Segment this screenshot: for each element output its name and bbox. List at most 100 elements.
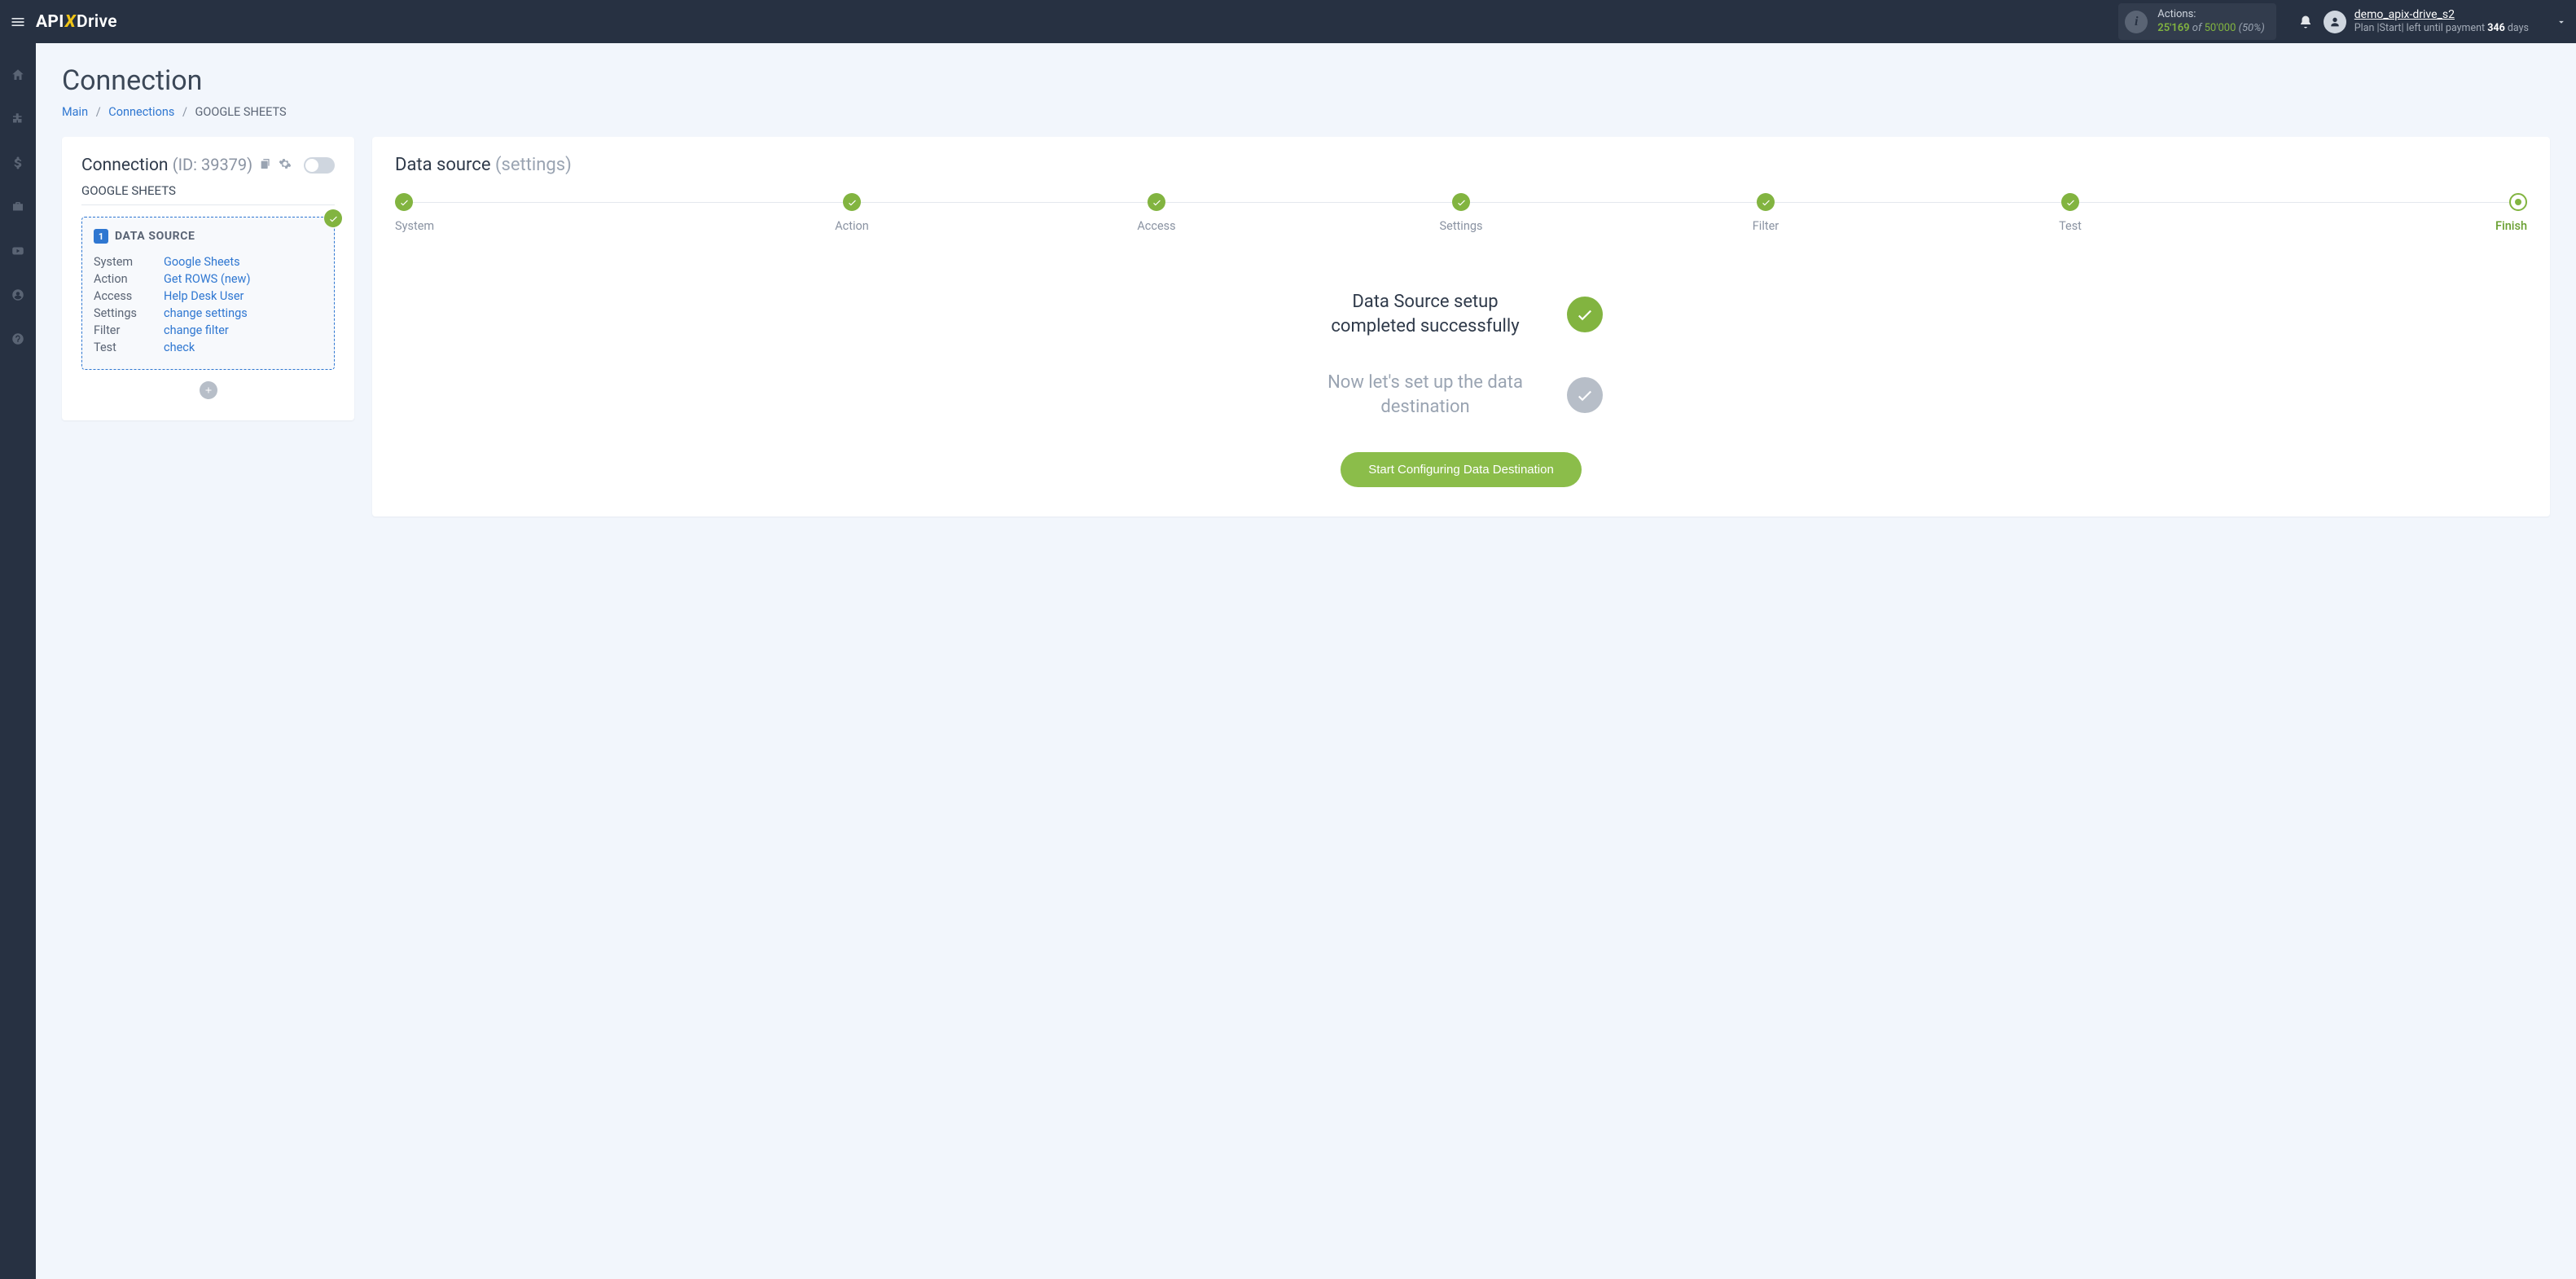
logo-text-drive: Drive — [77, 12, 117, 32]
connection-toggle[interactable] — [304, 157, 335, 174]
wizard-title: Data source (settings) — [395, 155, 2527, 175]
sidebar-item-connections[interactable] — [0, 107, 36, 131]
actions-usage-text: Actions: 25'169 of 50'000 (50%) — [2157, 8, 2265, 35]
home-icon — [11, 68, 25, 82]
check-icon — [847, 197, 858, 208]
sidebar-item-account[interactable] — [0, 283, 36, 307]
status-source-complete: Data Source setup completed successfully — [1225, 290, 1697, 338]
step-filter[interactable]: Filter — [1613, 193, 1918, 233]
actions-of: of — [2192, 22, 2202, 34]
hamburger-icon — [10, 14, 26, 30]
bell-icon — [2298, 15, 2313, 29]
step-finish[interactable]: Finish — [2223, 193, 2527, 233]
ds-link-system[interactable]: Google Sheets — [164, 255, 240, 269]
connection-id: (ID: 39379) — [173, 155, 252, 174]
logo-text-api: API — [36, 12, 64, 32]
check-icon — [328, 213, 339, 224]
sidebar-item-toolbox[interactable] — [0, 195, 36, 219]
step-finish-dot — [2509, 193, 2527, 211]
avatar — [2324, 11, 2346, 33]
ds-link-action[interactable]: Get ROWS (new) — [164, 272, 251, 286]
data-source-box[interactable]: 1 DATA SOURCE SystemGoogle Sheets Action… — [81, 217, 335, 370]
check-icon — [1575, 305, 1595, 324]
connection-title: Connection (ID: 39379) — [81, 155, 252, 175]
plus-icon — [204, 385, 213, 395]
page-title: Connection — [62, 64, 2550, 97]
sidebar-item-video[interactable] — [0, 239, 36, 263]
ds-row-access: AccessHelp Desk User — [94, 288, 323, 305]
user-plan: Plan |Start| left until payment 346 days — [2354, 22, 2529, 35]
ds-link-settings[interactable]: change settings — [164, 306, 248, 320]
user-name: demo_apix-drive_s2 — [2354, 8, 2529, 23]
check-icon — [1575, 385, 1595, 405]
ds-row-test: Testcheck — [94, 339, 323, 356]
breadcrumb-main[interactable]: Main — [62, 105, 88, 119]
step-access[interactable]: Access — [1004, 193, 1309, 233]
breadcrumb-connections[interactable]: Connections — [108, 105, 174, 119]
chevron-down-icon — [2556, 16, 2567, 28]
actions-pct: (50%) — [2239, 22, 2265, 34]
check-icon — [399, 197, 410, 208]
ds-row-system: SystemGoogle Sheets — [94, 253, 323, 270]
user-menu-chevron[interactable] — [2547, 16, 2576, 28]
data-source-complete-badge — [324, 209, 342, 227]
main-content: Connection Main / Connections / GOOGLE S… — [36, 43, 2576, 1279]
breadcrumb: Main / Connections / GOOGLE SHEETS — [62, 105, 2550, 119]
actions-label: Actions: — [2157, 8, 2265, 21]
actions-count: 25'169 — [2157, 22, 2189, 34]
youtube-icon — [11, 244, 25, 258]
settings-button[interactable] — [279, 157, 292, 174]
check-icon — [1152, 197, 1162, 208]
ds-link-filter[interactable]: change filter — [164, 323, 229, 337]
ds-row-settings: Settingschange settings — [94, 305, 323, 322]
status-destination-pending: Now let's set up the data destination — [1225, 371, 1697, 419]
data-source-number: 1 — [94, 229, 108, 244]
sidebar — [0, 43, 36, 1279]
status-source-text: Data Source setup completed successfully — [1319, 290, 1531, 338]
gear-icon — [279, 157, 292, 170]
ds-row-filter: Filterchange filter — [94, 322, 323, 339]
menu-toggle[interactable] — [0, 0, 36, 43]
app-header: APIXDrive i Actions: 25'169 of 50'000 (5… — [0, 0, 2576, 43]
copy-button[interactable] — [259, 157, 272, 174]
sidebar-item-help[interactable] — [0, 327, 36, 351]
user-text: demo_apix-drive_s2 Plan |Start| left unt… — [2354, 8, 2529, 35]
notifications-button[interactable] — [2288, 15, 2324, 29]
logo[interactable]: APIXDrive — [36, 12, 117, 32]
status-destination-icon — [1567, 377, 1603, 413]
wizard-title-suffix: (settings) — [495, 155, 572, 175]
sidebar-item-home[interactable] — [0, 63, 36, 87]
step-test[interactable]: Test — [1918, 193, 2223, 233]
status-source-icon — [1567, 297, 1603, 332]
connection-subtitle: GOOGLE SHEETS — [81, 183, 335, 205]
ds-link-access[interactable]: Help Desk User — [164, 289, 244, 303]
step-system[interactable]: System — [395, 193, 700, 233]
user-circle-icon — [11, 288, 25, 302]
logo-text-x: X — [65, 12, 76, 32]
step-action[interactable]: Action — [700, 193, 1004, 233]
breadcrumb-current: GOOGLE SHEETS — [195, 105, 287, 119]
status-destination-text: Now let's set up the data destination — [1319, 371, 1531, 419]
user-icon — [2328, 15, 2341, 29]
info-icon: i — [2125, 11, 2148, 33]
ds-row-action: ActionGet ROWS (new) — [94, 270, 323, 288]
sidebar-item-billing[interactable] — [0, 151, 36, 175]
sitemap-icon — [11, 112, 25, 126]
data-source-title: DATA SOURCE — [115, 230, 195, 243]
wizard-stepper: System Action Access Settings Filter Tes… — [395, 193, 2527, 233]
add-destination-button[interactable] — [200, 381, 217, 399]
check-icon — [1456, 197, 1467, 208]
copy-icon — [259, 157, 272, 170]
actions-max: 50'000 — [2205, 22, 2236, 34]
ds-link-test[interactable]: check — [164, 341, 195, 354]
data-source-rows: SystemGoogle Sheets ActionGet ROWS (new)… — [94, 253, 323, 356]
help-icon — [11, 332, 25, 346]
connection-summary-card: Connection (ID: 39379) GOOGLE SHEETS 1 D… — [62, 137, 354, 420]
step-settings[interactable]: Settings — [1309, 193, 1613, 233]
check-icon — [1761, 197, 1771, 208]
user-menu[interactable]: demo_apix-drive_s2 Plan |Start| left unt… — [2324, 8, 2547, 35]
data-source-wizard-card: Data source (settings) System Action Acc… — [372, 137, 2550, 516]
check-icon — [2065, 197, 2076, 208]
actions-usage-pill[interactable]: i Actions: 25'169 of 50'000 (50%) — [2118, 3, 2276, 40]
start-destination-button[interactable]: Start Configuring Data Destination — [1341, 452, 1582, 487]
